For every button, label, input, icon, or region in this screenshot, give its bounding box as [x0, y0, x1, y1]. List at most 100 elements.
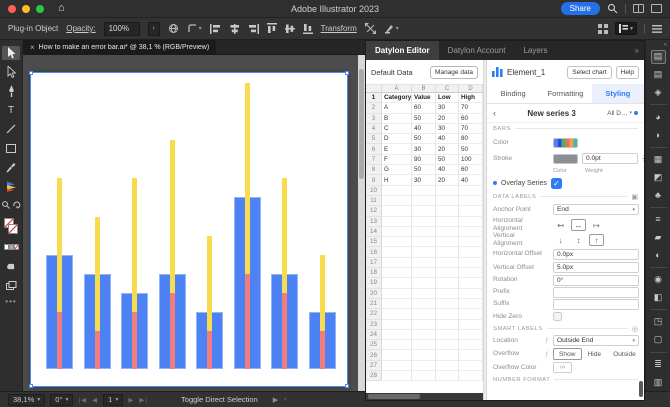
asset-export-panel-icon[interactable]: ▢ [651, 333, 666, 347]
data-labels-options-icon[interactable]: ▣ [631, 193, 638, 201]
table-cell[interactable] [412, 289, 436, 299]
menu-icon[interactable] [652, 25, 662, 33]
table-cell[interactable] [382, 196, 412, 206]
table-cell[interactable] [382, 247, 412, 257]
tab-binding[interactable]: Binding [487, 84, 539, 103]
minimize-window-button[interactable] [22, 5, 30, 13]
table-cell[interactable] [382, 350, 412, 360]
prefix-input[interactable] [553, 287, 639, 298]
low-overlay-bar[interactable] [57, 312, 62, 369]
low-overlay-bar[interactable] [245, 274, 250, 369]
table-horizontal-scrollbar[interactable] [366, 393, 483, 400]
play-action-icon[interactable]: ▶ [273, 396, 278, 404]
table-cell[interactable]: 50 [412, 165, 436, 175]
high-overlay-bar[interactable] [132, 178, 137, 311]
table-cell[interactable]: D [382, 134, 412, 144]
overflow-option-outside[interactable]: Outside [607, 348, 642, 360]
table-cell[interactable]: Value [412, 93, 436, 103]
align-bottom-icon[interactable] [303, 23, 313, 34]
direct-selection-tool-icon[interactable] [2, 65, 20, 79]
stroke-panel-icon[interactable]: ≡ [651, 213, 666, 227]
table-cell[interactable] [459, 371, 483, 381]
high-overlay-bar[interactable] [207, 236, 212, 331]
table-cell[interactable] [459, 186, 483, 196]
table-cell[interactable] [459, 340, 483, 350]
table-cell[interactable] [412, 206, 436, 216]
previous-page-icon[interactable]: ◀ [92, 396, 98, 404]
table-cell[interactable]: 40 [436, 165, 459, 175]
artboard[interactable] [31, 73, 347, 386]
table-cell[interactable]: E [382, 144, 412, 154]
table-cell[interactable] [459, 299, 483, 309]
opacity-label[interactable]: Opacity: [66, 24, 95, 33]
zoom-level-field[interactable]: 38,1%▾ [8, 394, 45, 406]
close-document-icon[interactable]: × [30, 43, 35, 52]
table-cell[interactable]: 30 [412, 175, 436, 185]
stroke-color-swatch[interactable] [553, 154, 578, 164]
table-cell[interactable]: 50 [412, 134, 436, 144]
table-cell[interactable] [436, 217, 459, 227]
table-cell[interactable] [436, 206, 459, 216]
table-cell[interactable] [382, 289, 412, 299]
v-align-top-icon[interactable]: ↑ [589, 234, 604, 246]
table-cell[interactable]: 40 [412, 124, 436, 134]
eyedropper-tool-icon[interactable] [2, 160, 20, 174]
fill-stroke-controls[interactable] [2, 217, 20, 235]
table-cell[interactable] [459, 309, 483, 319]
table-cell[interactable] [459, 247, 483, 257]
artboards-panel-icon[interactable]: ◳ [651, 315, 666, 329]
first-page-icon[interactable]: |◀ [78, 396, 87, 404]
table-cell[interactable] [412, 278, 436, 288]
tab-styling[interactable]: Styling [592, 84, 644, 103]
table-cell[interactable]: 40 [436, 134, 459, 144]
type-tool-icon[interactable]: T [2, 103, 20, 117]
bar-chart[interactable] [31, 73, 347, 369]
align-middle-icon[interactable] [285, 23, 295, 34]
table-cell[interactable]: 60 [412, 103, 436, 113]
table-cell[interactable]: C [382, 124, 412, 134]
gradient-panel-icon[interactable]: ▰ [651, 230, 666, 244]
high-overlay-bar[interactable] [170, 140, 175, 292]
swatches-panel-icon[interactable]: ▦ [651, 153, 666, 167]
table-cell[interactable] [382, 299, 412, 309]
table-cell[interactable]: 40 [459, 175, 483, 185]
table-cell[interactable] [459, 289, 483, 299]
table-cell[interactable] [436, 268, 459, 278]
selection-handle[interactable] [345, 384, 349, 388]
table-cell[interactable]: 30 [412, 144, 436, 154]
overflow-option-show[interactable]: Show [553, 348, 582, 360]
table-cell[interactable] [412, 350, 436, 360]
layers-panel-icon[interactable]: ◈ [651, 85, 666, 99]
canvas-rotation-field[interactable]: 0°▾ [50, 394, 73, 406]
table-cell[interactable] [459, 278, 483, 288]
stroke-settings-gear-icon[interactable] [642, 154, 644, 163]
anchor-point-select[interactable]: End▾ [553, 204, 639, 215]
document-tab[interactable]: × How to make an error bar.ai* @ 38,1 % … [23, 40, 216, 55]
table-cell[interactable] [436, 237, 459, 247]
table-cell[interactable] [382, 237, 412, 247]
table-cell[interactable] [382, 217, 412, 227]
arrange-documents-icon[interactable] [598, 24, 608, 34]
table-cell[interactable] [436, 196, 459, 206]
table-cell[interactable]: A [382, 103, 412, 113]
next-page-icon[interactable]: ▶ [128, 396, 134, 404]
data-grid[interactable]: 1CategoryValueLowHigh2A6030703B5020604C4… [366, 93, 483, 388]
table-cell[interactable]: 90 [412, 155, 436, 165]
table-cell[interactable] [436, 371, 459, 381]
color-panel-icon[interactable]: ◕ [651, 110, 666, 124]
table-cell[interactable]: F [382, 155, 412, 165]
opacity-dropdown-arrow[interactable]: › [148, 22, 160, 36]
opacity-value-field[interactable]: 100% [104, 22, 140, 36]
table-cell[interactable] [412, 299, 436, 309]
table-cell[interactable] [436, 278, 459, 288]
table-cell[interactable] [459, 350, 483, 360]
more-tools-icon[interactable]: ••• [5, 297, 16, 306]
v-align-middle-icon[interactable]: ↕ [571, 234, 586, 246]
table-cell[interactable]: 60 [459, 114, 483, 124]
table-cell[interactable]: 20 [436, 144, 459, 154]
high-overlay-bar[interactable] [320, 255, 325, 331]
table-cell[interactable] [436, 289, 459, 299]
overflow-color-link-icon[interactable]: ∞ [553, 362, 572, 373]
shape-builder-tool-icon[interactable] [2, 259, 20, 273]
table-cell[interactable]: 20 [436, 114, 459, 124]
